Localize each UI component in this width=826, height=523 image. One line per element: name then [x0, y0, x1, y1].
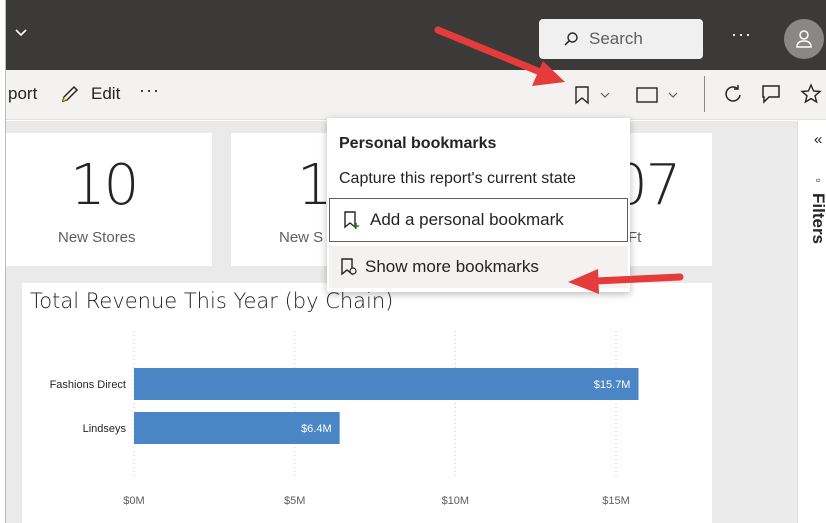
bookmark-button[interactable]	[570, 80, 622, 110]
add-personal-bookmark-item[interactable]: Add a personal bookmark	[329, 198, 628, 242]
x-tick-label: $15M	[602, 495, 630, 507]
add-bookmark-label: Add a personal bookmark	[370, 210, 564, 229]
bar[interactable]	[134, 368, 639, 400]
data-label: $15.7M	[594, 379, 631, 391]
user-icon	[796, 30, 812, 48]
dropdown-title: Personal bookmarks	[339, 135, 497, 152]
star-icon[interactable]	[800, 83, 822, 105]
pencil-icon[interactable]	[60, 84, 80, 104]
kpi-label: Ft	[628, 229, 642, 246]
x-tick-label: $10M	[442, 495, 470, 507]
filter-icon: ▫	[816, 173, 821, 187]
filters-pane[interactable]: « ▫ Filters	[797, 121, 826, 523]
report-action-bar: port Edit ···	[0, 70, 826, 120]
search-icon	[564, 32, 578, 46]
window-left-edge	[0, 0, 6, 523]
bookmark-icon	[575, 86, 589, 105]
data-label: $6.4M	[301, 423, 332, 435]
export-menu-label[interactable]: port	[8, 84, 37, 104]
view-button[interactable]	[632, 80, 690, 110]
bookmark-add-icon	[344, 211, 359, 229]
top-app-bar: Search ···	[0, 0, 826, 70]
bookmark-search-icon	[341, 258, 357, 276]
avatar[interactable]	[784, 19, 824, 59]
x-tick-label: $5M	[284, 495, 305, 507]
edit-button[interactable]: Edit	[91, 84, 120, 104]
dropdown-subtitle: Capture this report's current state	[339, 170, 576, 187]
show-more-bookmarks-item[interactable]: Show more bookmarks	[329, 246, 628, 288]
toolbar-divider	[704, 76, 705, 112]
kpi-card-new-stores[interactable]: 10 New Stores	[6, 133, 212, 266]
search-placeholder: Search	[589, 29, 643, 48]
bookmarks-dropdown: Personal bookmarks Capture this report's…	[327, 118, 630, 292]
comment-icon[interactable]	[760, 83, 782, 105]
collapse-filters-button[interactable]: «	[814, 131, 822, 148]
kpi-value: 10	[70, 153, 139, 218]
chevron-down-icon	[600, 92, 610, 98]
show-more-label: Show more bookmarks	[365, 257, 539, 276]
category-label: Fashions Direct	[50, 379, 126, 391]
filters-label[interactable]: Filters	[808, 193, 826, 244]
kpi-label: New Stores	[58, 229, 136, 246]
action-more-button[interactable]: ···	[139, 80, 160, 101]
search-box[interactable]: Search	[539, 19, 703, 59]
more-options-button[interactable]: ···	[731, 24, 752, 45]
refresh-icon[interactable]	[722, 83, 744, 105]
revenue-bar-chart: $0M $5M $10M $15M Fashions Direct $15.7M Linds…	[50, 331, 639, 507]
category-label: Lindseys	[83, 423, 127, 435]
chevron-down-icon	[668, 92, 678, 98]
revenue-chart-card[interactable]: Total Revenue This Year (by Chain) $0M $5…	[22, 283, 712, 523]
view-icon	[636, 87, 658, 103]
chevron-down-icon[interactable]	[14, 26, 28, 40]
x-tick-label: $0M	[123, 495, 144, 507]
kpi-label: New S	[279, 229, 324, 246]
kpi-value: 1	[297, 153, 333, 218]
